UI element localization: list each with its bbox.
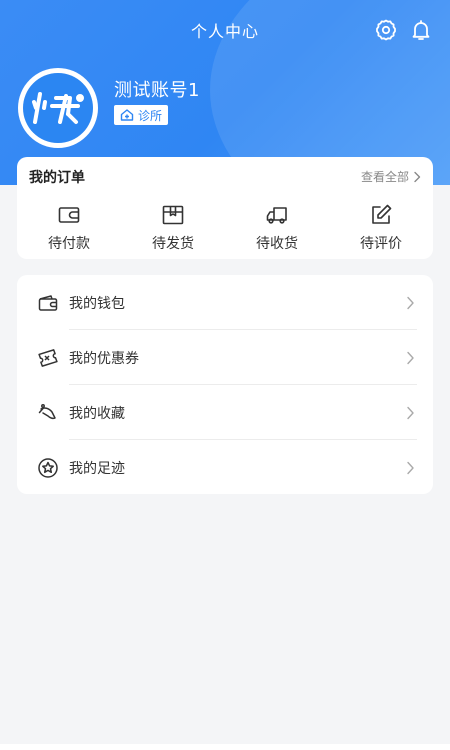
menu-item-wallet-label: 我的钱包 bbox=[69, 295, 125, 312]
bell-icon[interactable] bbox=[409, 18, 433, 42]
menu-item-footprints-label: 我的足迹 bbox=[69, 460, 125, 477]
menu-item-coupons[interactable]: 我的优惠券 bbox=[17, 330, 433, 385]
coupon-icon bbox=[37, 347, 59, 369]
bottom-edge bbox=[0, 744, 450, 750]
clinic-tag-label: 诊所 bbox=[138, 108, 163, 123]
footprint-star-icon bbox=[37, 457, 59, 479]
my-orders-card: 我的订单 查看全部 待付款 待发货 待收货 待评价 bbox=[17, 157, 433, 259]
delivery-truck-icon bbox=[266, 207, 287, 224]
chevron-right-icon bbox=[406, 406, 415, 420]
kuai-logo bbox=[23, 73, 93, 143]
account-menu-card: 我的钱包 我的优惠券 我的收藏 我的足迹 bbox=[17, 275, 433, 494]
view-all-label: 查看全部 bbox=[360, 170, 409, 184]
gear-icon[interactable] bbox=[374, 18, 398, 42]
chevron-right-icon bbox=[414, 171, 421, 182]
wallet-icon bbox=[37, 292, 59, 314]
order-pending-shipment-label: 待发货 bbox=[152, 236, 194, 252]
order-pending-review-label: 待评价 bbox=[360, 236, 402, 252]
username: 测试账号1 bbox=[114, 80, 200, 101]
order-status-row: 待付款 待发货 待收货 待评价 bbox=[17, 203, 433, 253]
menu-item-wallet[interactable]: 我的钱包 bbox=[17, 275, 433, 330]
view-all-orders-link[interactable]: 查看全部 bbox=[361, 168, 421, 185]
favorite-icon bbox=[37, 402, 59, 424]
menu-item-footprints[interactable]: 我的足迹 bbox=[17, 440, 433, 495]
order-pending-receipt[interactable]: 待收货 bbox=[225, 203, 329, 253]
edit-review-icon bbox=[372, 204, 392, 224]
order-pending-payment-label: 待付款 bbox=[48, 236, 90, 252]
chevron-right-icon bbox=[406, 351, 415, 365]
chevron-right-icon bbox=[406, 461, 415, 475]
menu-item-coupons-label: 我的优惠券 bbox=[69, 350, 139, 367]
orders-title: 我的订单 bbox=[29, 170, 85, 186]
avatar[interactable] bbox=[18, 68, 98, 148]
order-pending-review[interactable]: 待评价 bbox=[329, 203, 433, 253]
order-pending-shipment[interactable]: 待发货 bbox=[121, 203, 225, 253]
order-pending-payment[interactable]: 待付款 bbox=[17, 203, 121, 253]
chevron-right-icon bbox=[406, 296, 415, 310]
package-box-icon bbox=[162, 205, 184, 225]
order-pending-receipt-label: 待收货 bbox=[256, 236, 298, 252]
menu-item-favorites[interactable]: 我的收藏 bbox=[17, 385, 433, 440]
clinic-tag: 诊所 bbox=[114, 105, 169, 125]
wallet-card-icon bbox=[58, 207, 80, 223]
menu-item-favorites-label: 我的收藏 bbox=[69, 405, 125, 422]
clinic-house-icon bbox=[120, 109, 134, 121]
